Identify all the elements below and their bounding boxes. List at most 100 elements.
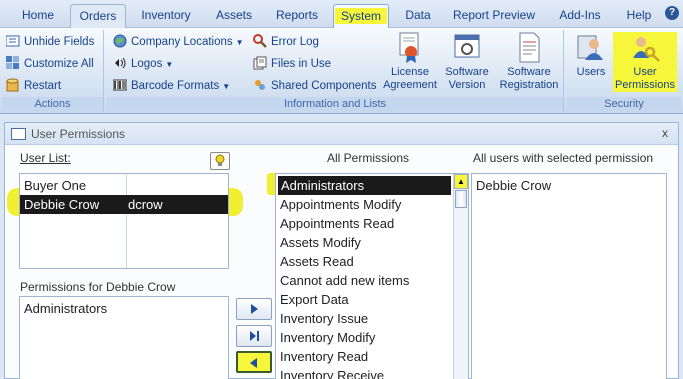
arrow-right-icon	[251, 304, 258, 314]
license-agreement-button[interactable]: License Agreement	[380, 32, 440, 92]
tab-add-ins[interactable]: Add-Ins	[548, 4, 612, 28]
error-log-button[interactable]: Error Log	[253, 32, 319, 52]
software-version-button[interactable]: Software Version	[440, 32, 494, 92]
user-permissions-line2: Permissions	[615, 79, 675, 91]
user-permissions-box[interactable]: Administrators	[19, 296, 229, 379]
software-version-line1: Software	[445, 66, 489, 78]
barcode-formats-label: Barcode Formats	[131, 80, 220, 92]
barcode-icon	[112, 78, 128, 92]
logos-button[interactable]: Logos ▼	[113, 54, 173, 74]
add-permission-button[interactable]	[236, 298, 272, 320]
unhide-fields-icon	[5, 34, 20, 48]
help-icon[interactable]: ?	[665, 6, 679, 20]
customize-all-button[interactable]: Customize All	[6, 54, 94, 74]
restart-icon	[6, 78, 20, 92]
restart-label: Restart	[24, 80, 62, 92]
group-actions: Unhide Fields Customize All Restart Acti…	[2, 30, 104, 112]
files-in-use-button[interactable]: Files in Use	[253, 54, 331, 74]
scroll-up-arrow-icon[interactable]: ▲	[454, 174, 468, 189]
user-list-label: User List:	[20, 151, 71, 165]
tab-report-preview[interactable]: Report Preview	[446, 4, 542, 28]
permissions-for-user-label: Permissions for Debbie Crow	[20, 280, 176, 294]
close-icon[interactable]: x	[662, 126, 668, 140]
error-log-icon	[253, 34, 267, 48]
permission-item[interactable]: Appointments Read	[280, 214, 394, 233]
tab-inventory[interactable]: Inventory	[132, 4, 200, 28]
software-registration-line1: Software	[507, 66, 551, 78]
user-permissions-line1: User	[633, 66, 657, 78]
group-security: Users User Permissions Security	[567, 30, 681, 112]
permission-item[interactable]: Cannot add new items	[280, 271, 409, 290]
ribbon: Unhide Fields Customize All Restart Acti…	[0, 28, 683, 114]
permission-item[interactable]: Inventory Issue	[280, 309, 368, 328]
tab-help[interactable]: Help	[618, 4, 660, 28]
permissions-scrollbar[interactable]: ▲	[453, 174, 468, 379]
permission-item[interactable]: Assets Modify	[280, 233, 361, 252]
tab-system[interactable]: System	[333, 4, 389, 28]
group-actions-label: Actions	[2, 97, 103, 111]
customize-all-icon	[6, 56, 20, 70]
all-permissions-label: All Permissions	[327, 151, 410, 165]
all-permissions-box[interactable]: Administrators Appointments Modify Appoi…	[275, 173, 469, 379]
user-permissions-dialog: User Permissions x User List: Buyer One …	[4, 122, 679, 379]
restart-button[interactable]: Restart	[6, 76, 61, 96]
group-information-and-lists: Company Locations ▼ Logos ▼ Barcode Format…	[107, 30, 564, 112]
files-in-use-icon	[253, 56, 267, 70]
tab-assets[interactable]: Assets	[206, 4, 262, 28]
lightbulb-icon[interactable]	[210, 152, 230, 170]
certificate-icon	[399, 32, 419, 63]
user-permission-item[interactable]: Administrators	[20, 299, 228, 318]
software-registration-icon	[519, 32, 540, 63]
add-all-permissions-button[interactable]	[236, 325, 272, 347]
dialog-title-bar: User Permissions x	[5, 123, 678, 145]
software-registration-button[interactable]: Software Registration	[496, 32, 562, 92]
permission-item[interactable]: Inventory Receive	[280, 366, 384, 379]
user-permission-name: Administrators	[24, 301, 108, 316]
error-log-label: Error Log	[271, 36, 319, 48]
tab-home[interactable]: Home	[10, 4, 66, 28]
permission-item[interactable]: Inventory Read	[280, 347, 368, 366]
permission-item-selected[interactable]: Administrators	[278, 176, 451, 195]
arrow-left-icon	[250, 358, 257, 368]
chevron-down-icon: ▼	[235, 38, 244, 47]
files-in-use-label: Files in Use	[271, 58, 332, 70]
user-permissions-icon	[633, 37, 660, 62]
barcode-formats-button[interactable]: Barcode Formats ▼	[112, 76, 231, 96]
user-list-box[interactable]: Buyer One Debbie Crow dcrow	[19, 173, 229, 269]
chevron-down-icon: ▼	[165, 60, 174, 69]
tab-reports[interactable]: Reports	[268, 4, 326, 28]
arrow-right-end-icon	[250, 331, 259, 341]
users-with-permission-item[interactable]: Debbie Crow	[472, 176, 666, 195]
users-button[interactable]: Users	[571, 32, 611, 79]
permission-item[interactable]: Inventory Modify	[280, 328, 375, 347]
company-locations-button[interactable]: Company Locations ▼	[113, 32, 244, 52]
window-icon	[11, 128, 26, 140]
globe-icon	[113, 34, 127, 48]
logos-icon	[113, 56, 127, 70]
chevron-down-icon: ▼	[222, 82, 231, 91]
customize-all-label: Customize All	[24, 58, 94, 70]
tab-system-label: System	[334, 8, 387, 24]
permission-item[interactable]: Appointments Modify	[280, 195, 401, 214]
shared-components-icon	[253, 78, 267, 92]
shared-components-label: Shared Components	[271, 80, 377, 92]
permission-item[interactable]: Assets Read	[280, 252, 354, 271]
unhide-fields-button[interactable]: Unhide Fields	[5, 32, 94, 52]
company-locations-label: Company Locations	[131, 36, 233, 48]
user-list-row[interactable]: Buyer One	[20, 176, 228, 195]
user-list-row-selected[interactable]: Debbie Crow dcrow	[20, 195, 228, 214]
users-icon	[577, 35, 603, 60]
group-information-label: Information and Lists	[107, 97, 563, 111]
license-agreement-line2: Agreement	[383, 79, 437, 91]
shared-components-button[interactable]: Shared Components	[253, 76, 376, 96]
users-with-permission-name: Debbie Crow	[476, 178, 552, 193]
remove-permission-button[interactable]	[236, 351, 272, 373]
user-permissions-button[interactable]: User Permissions	[613, 32, 677, 92]
user-name: Buyer One	[24, 178, 87, 193]
scroll-thumb[interactable]	[455, 190, 467, 208]
ribbon-tab-bar: Home Orders Inventory Assets Reports Sys…	[0, 0, 683, 28]
permission-item[interactable]: Export Data	[280, 290, 349, 309]
users-with-permission-box[interactable]: Debbie Crow	[471, 173, 667, 379]
tab-data[interactable]: Data	[396, 4, 440, 28]
tab-orders[interactable]: Orders	[70, 4, 126, 28]
